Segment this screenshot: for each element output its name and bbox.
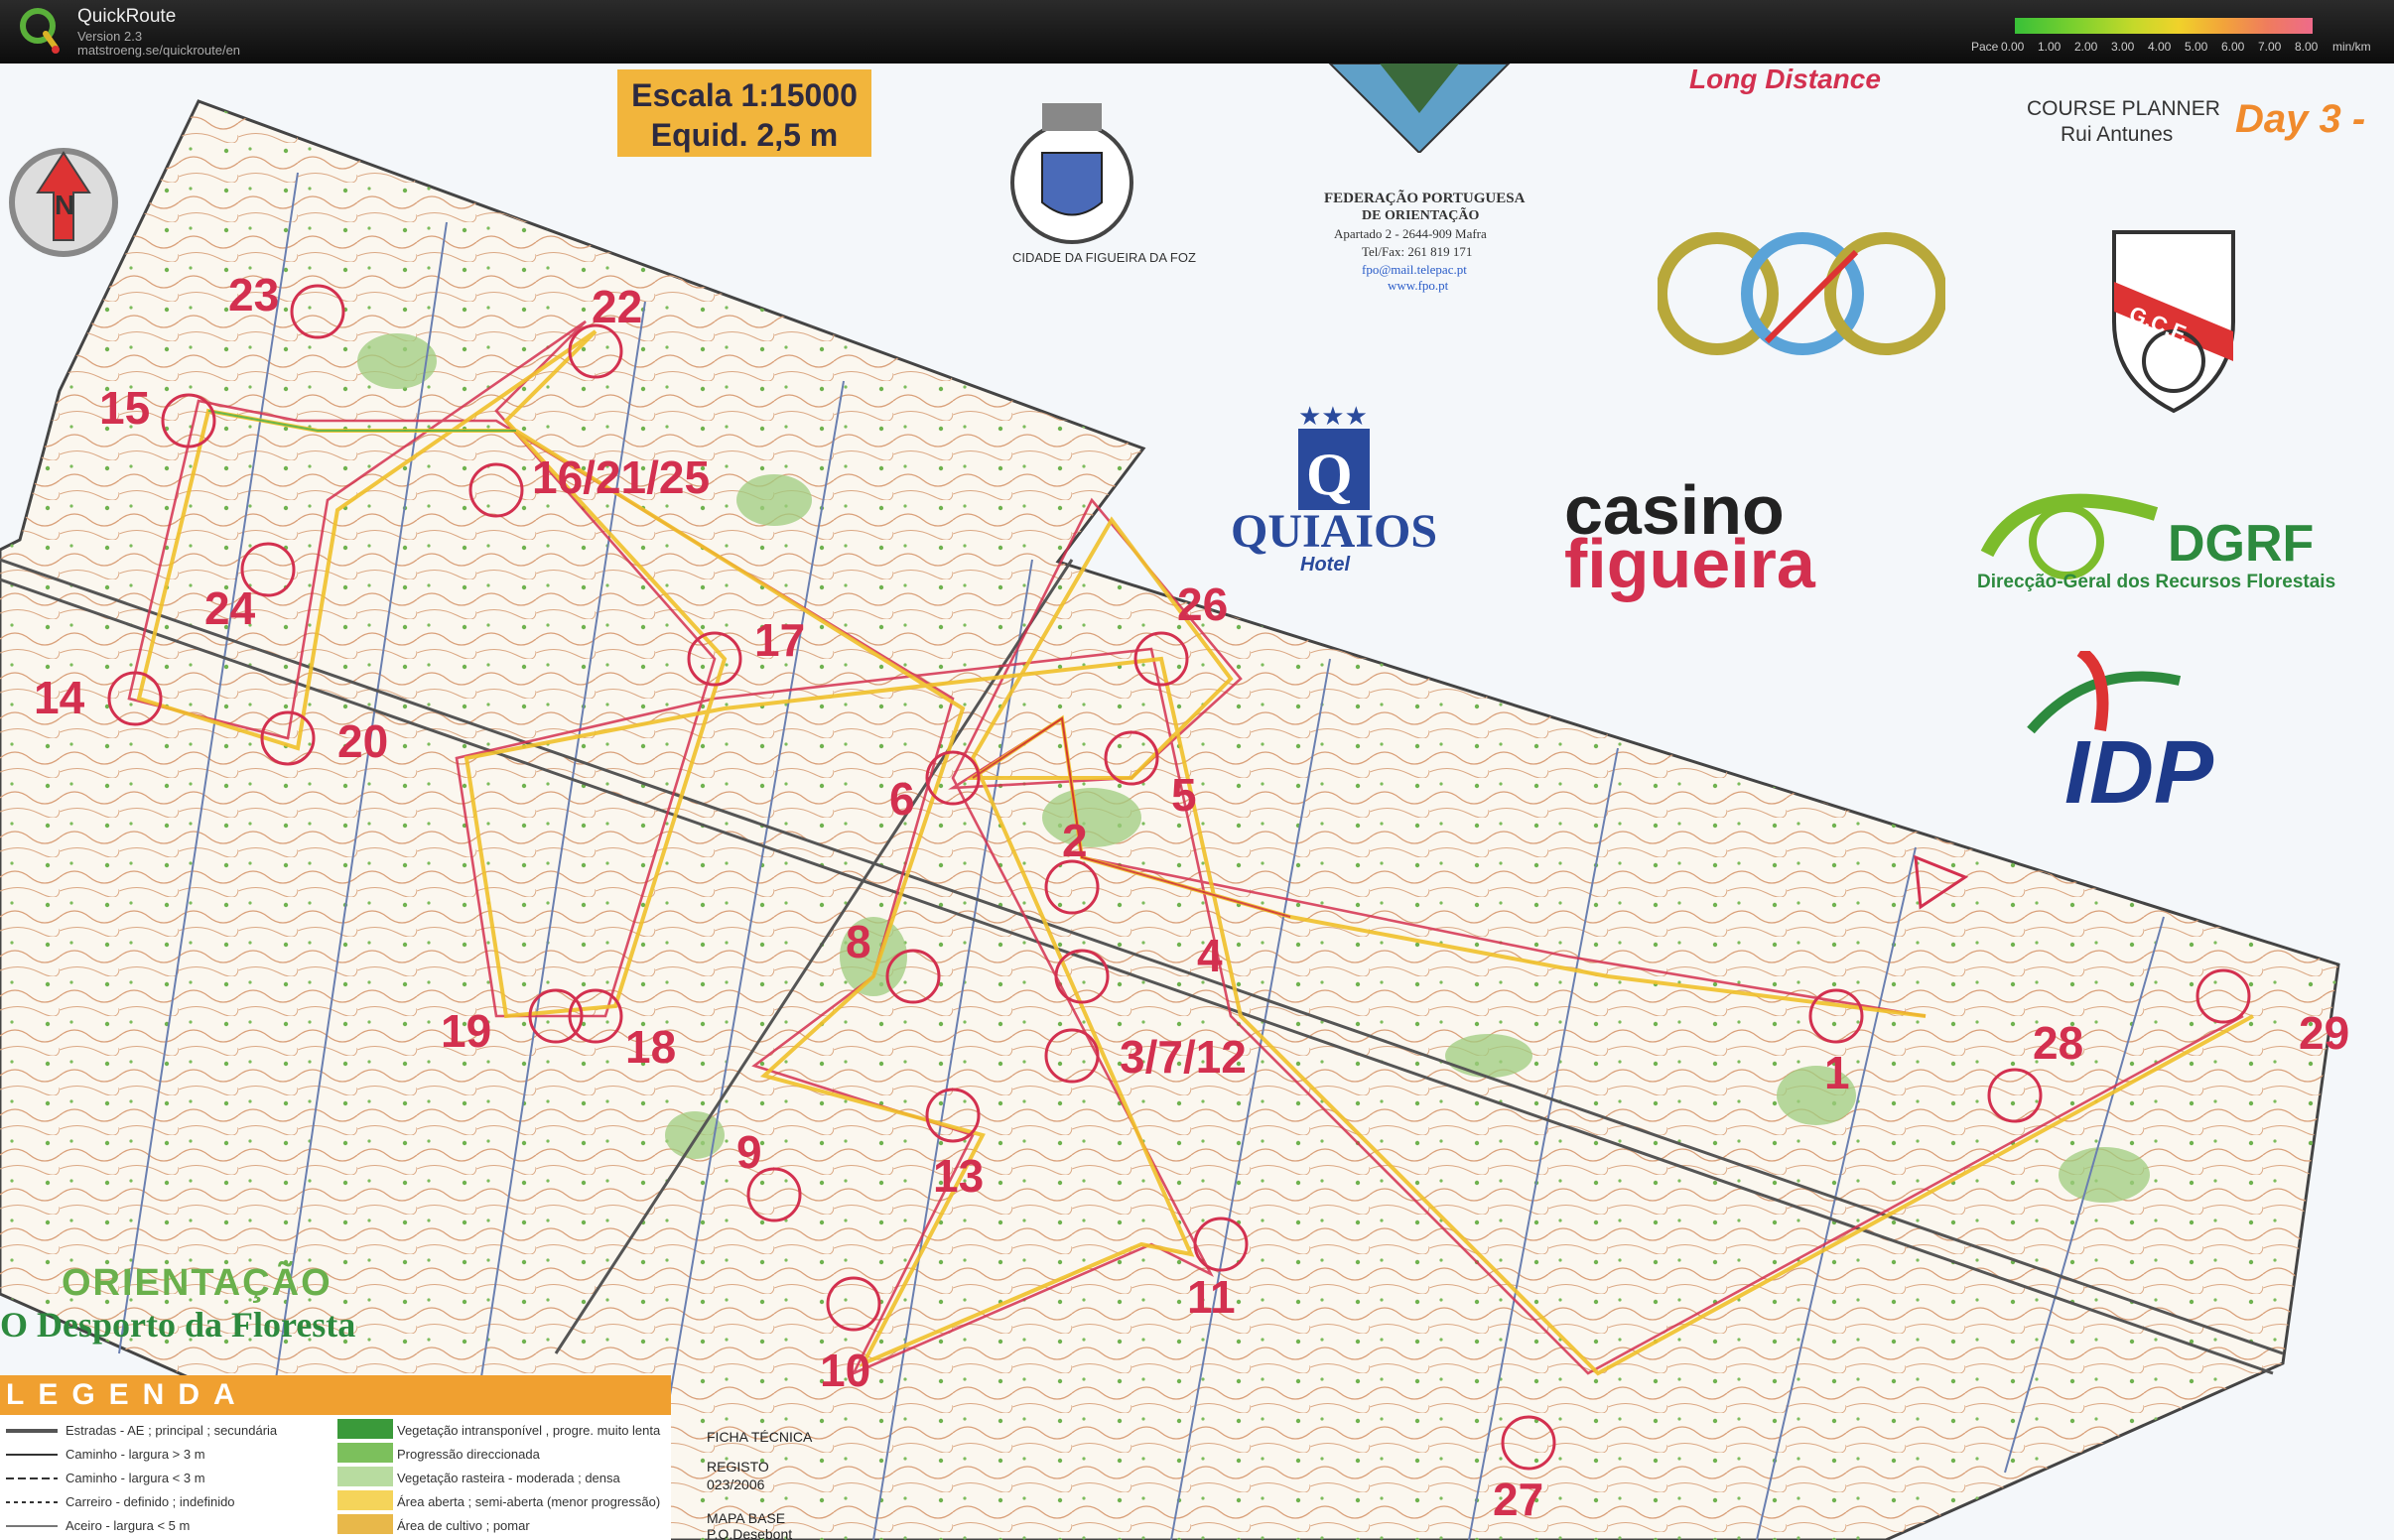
legend-swatches [337,1419,393,1534]
base-map-label: MAPA BASE [707,1510,786,1526]
control-label: 11 [1187,1271,1236,1323]
legend-symbols [6,1429,58,1527]
slogan-title: ORIENTAÇÃO [62,1262,332,1304]
idp-text: IDP [2064,723,2214,823]
pace-tick: 3.00 [2111,40,2135,54]
app-url[interactable]: matstroeng.se/quickroute/en [77,43,240,58]
pace-unit: min/km [2332,40,2371,54]
hotel-logo-icon: Q [1298,429,1370,510]
base-map-author: P.O.Desebont [707,1526,793,1540]
pace-tick: 8.00 [2295,40,2319,54]
federation-name: FEDERAÇÃO PORTUGUESA [1324,191,1526,206]
city-seal-text: CIDADE DA FIGUEIRA DA FOZ [1012,250,1196,265]
control-label: 17 [754,614,806,666]
equidistance-text: Equid. 2,5 m [650,117,839,153]
register-number: 023/2006 [707,1476,765,1492]
pace-tick: 7.00 [2258,40,2282,54]
control-label: 18 [625,1021,677,1073]
legend-item: Progressão direccionada [397,1447,540,1462]
control-label: 10 [820,1345,871,1396]
control-label: 20 [337,715,389,767]
federation-address: Apartado 2 - 2644-909 Mafra [1334,226,1487,241]
slogan-subtitle: O Desporto da Floresta [0,1305,356,1345]
control-label: 29 [2299,1007,2350,1059]
control-label: 14 [34,672,85,723]
legend-item: Área de cultivo ; pomar [397,1518,530,1533]
title-bar: QuickRoute Version 2.3 matstroeng.se/qui… [0,0,2394,64]
federation-logo-icon [1328,64,1511,153]
control-label: 16/21/25 [532,451,711,503]
quickroute-logo-icon [20,8,60,54]
legend-item: Vegetação intransponível , progre. muito… [397,1423,661,1438]
dgrf-subtitle: Direcção-Geral dos Recursos Florestais [1977,572,2336,592]
scale-text: Escala 1:15000 [631,77,858,113]
control-label: 19 [441,1005,492,1057]
svg-text:N: N [55,190,74,220]
pace-tick: 2.00 [2074,40,2098,54]
control-label: 6 [889,773,915,825]
control-label: 2 [1062,815,1088,866]
legend-title: LEGENDA [0,1375,671,1415]
day-label: Day 3 - [2235,97,2366,141]
map-legend: LEGENDA Estradas - AE ; principal ; secu… [0,1375,671,1540]
app-name: QuickRoute [77,6,177,27]
legend-item: Aceiro - largura < 5 m [66,1518,191,1533]
casino-line-2: figueira [1564,525,1815,602]
app-version: Version 2.3 [77,29,143,44]
control-label: 1 [1824,1047,1850,1098]
control-label: 26 [1177,578,1229,630]
control-label: 5 [1171,769,1197,821]
federation-phone: Tel/Fax: 261 819 171 [1362,244,1473,259]
control-label: 24 [204,582,256,634]
legend-item: Carreiro - definido ; indefinido [66,1494,235,1509]
tech-sheet-label: FICHA TÉCNICA [707,1429,813,1445]
control-label: 8 [846,916,871,967]
legend-item: Estradas - AE ; principal ; secundária [66,1423,278,1438]
course-planner-label: COURSE PLANNER [2027,97,2220,120]
scale-box: Escala 1:15000 Equid. 2,5 m [617,69,871,157]
pace-tick: 1.00 [2038,40,2062,54]
svg-text:Q: Q [1306,442,1353,507]
federation-name-2: DE ORIENTAÇÃO [1362,208,1480,223]
pace-legend: Pace 0.00 1.00 2.00 3.00 4.00 5.00 6.00 … [1969,18,2376,58]
legend-item: Caminho - largura < 3 m [66,1471,205,1485]
coc-logo-icon [1658,232,1945,355]
pace-tick: 4.00 [2148,40,2172,54]
orienteering-map[interactable]: N Escala 1:15000 Equid. 2,5 m CIDADE DA … [0,64,2394,1540]
hotel-name: QUIAIOS [1231,505,1438,558]
control-label: 23 [228,269,280,321]
event-title: Long Distance [1689,64,1881,94]
control-label: 3/7/12 [1120,1031,1247,1083]
federation-email[interactable]: fpo@mail.telepac.pt [1362,262,1467,278]
control-label: 4 [1197,930,1223,981]
north-arrow-icon: N [9,148,118,257]
legend-item: Vegetação rasteira - moderada ; densa [397,1471,620,1485]
dgrf-title: DGRF [2168,515,2315,573]
city-seal-icon [1010,103,1133,244]
pace-legend-title: Pace [1971,40,1999,54]
control-label: 22 [592,281,643,332]
course-planner-name: Rui Antunes [2061,123,2174,146]
pace-color-bar [2015,18,2313,34]
legend-item: Área aberta ; semi-aberta (menor progres… [397,1494,661,1509]
pace-tick: 6.00 [2221,40,2245,54]
register-label: REGISTO [707,1459,769,1475]
hotel-subtitle: Hotel [1300,554,1350,576]
control-label: 28 [2033,1017,2084,1069]
control-label: 13 [933,1150,985,1202]
control-label: 15 [99,382,151,434]
pace-tick: 0.00 [2001,40,2025,54]
federation-website[interactable]: www.fpo.pt [1388,278,1448,294]
pace-tick: 5.00 [2185,40,2208,54]
control-label: 9 [736,1126,762,1178]
control-label: 27 [1493,1474,1544,1525]
legend-item: Caminho - largura > 3 m [66,1447,205,1462]
